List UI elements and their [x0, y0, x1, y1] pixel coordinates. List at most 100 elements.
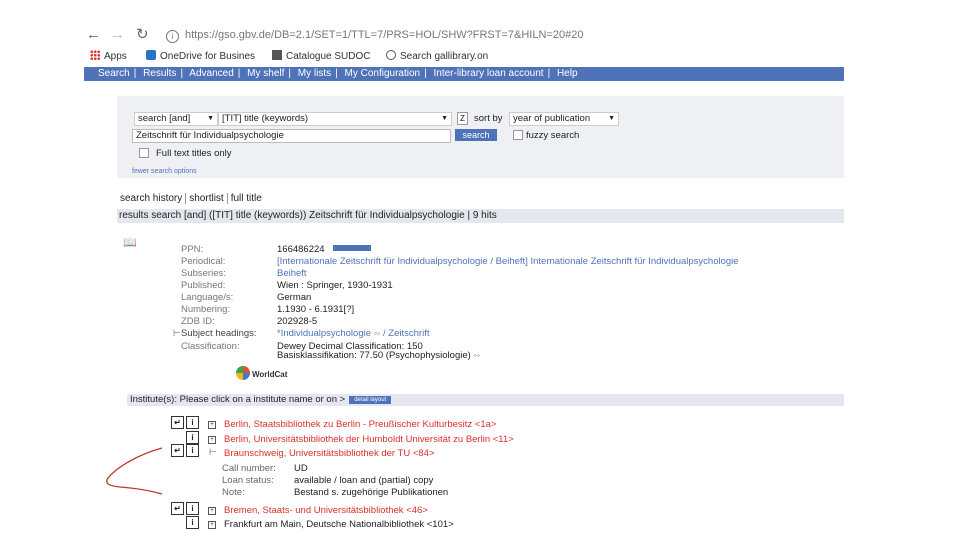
order-icon[interactable]: ↵ — [171, 416, 184, 429]
bookmark-label: Apps — [104, 51, 127, 62]
call-number-label: Call number: — [222, 463, 276, 474]
fewer-options-link[interactable]: fewer search options — [132, 168, 197, 175]
nav-my-shelf[interactable]: My shelf — [247, 68, 284, 79]
browser-toolbar: ← → ↻ i https://gso.gbv.de/DB=2.1/SET=1/T… — [84, 24, 844, 46]
language-value: German — [277, 292, 312, 303]
select-value: [TIT] title (keywords) — [222, 113, 309, 124]
chevron-down-icon: ▼ — [441, 115, 448, 122]
bookmark-label: OneDrive for Busines — [160, 51, 256, 62]
results-summary: results search [and] ([TIT] title (keywo… — [117, 209, 844, 223]
bookmark-label: Search gallibrary.on — [400, 51, 489, 62]
red-annotation-curve — [106, 447, 163, 495]
info-icon[interactable]: i — [186, 416, 199, 429]
expand-plus-icon[interactable]: + — [208, 521, 216, 529]
expand-plus-icon[interactable]: + — [208, 436, 216, 444]
chevron-down-icon: ▼ — [608, 115, 615, 122]
subseries-link[interactable]: Beiheft — [277, 268, 307, 279]
address-bar[interactable]: i https://gso.gbv.de/DB=2.1/SET=1/TTL=7/P… — [162, 26, 844, 44]
zdb-label: ZDB ID: — [181, 316, 215, 327]
expand-plus-icon[interactable]: + — [208, 421, 216, 429]
sort-label: sort by — [474, 113, 503, 124]
reload-icon[interactable]: ↻ — [136, 27, 149, 43]
info-icon[interactable]: i — [186, 502, 199, 515]
tab-full-title[interactable]: full title — [228, 193, 265, 204]
result-tabs: search history shortlist full title — [117, 193, 265, 207]
site-nav-bar: Search | Results | Advanced | My shelf | My … — [84, 67, 844, 81]
ppn-number: 166486224 — [277, 244, 325, 255]
subject-link-b[interactable]: Zeitschrift — [388, 328, 429, 339]
periodical-link-a[interactable]: [Internationale Zeitschrift für Individu… — [277, 256, 528, 267]
subject-link-a[interactable]: *Individualpsychologie — [277, 328, 371, 339]
search-button[interactable]: search — [455, 129, 497, 141]
onedrive-icon — [146, 50, 156, 60]
institute-link[interactable]: Berlin, Staatsbibliothek zu Berlin - Pre… — [224, 419, 496, 430]
institute-link[interactable]: Frankfurt am Main, Deutsche Nationalbibl… — [224, 519, 454, 530]
select-value: search [and] — [138, 113, 191, 124]
bookmark-onedrive[interactable]: OneDrive for Busines — [146, 50, 255, 62]
bookmark-label: Catalogue SUDOC — [286, 51, 371, 62]
apps-grid-icon — [90, 50, 100, 60]
fuzzy-search-label: fuzzy search — [526, 130, 580, 141]
published-label: Published: — [181, 280, 226, 291]
call-number-value: UD — [294, 463, 308, 474]
worldcat-logo[interactable]: WorldCat — [236, 366, 287, 380]
numbering-label: Numbering: — [181, 304, 231, 315]
periodical-link-b[interactable]: Internationale Zeitschrift für Individua… — [530, 256, 738, 267]
collapse-minus-icon[interactable]: ⊢ — [209, 447, 217, 458]
periodical-value: [Internationale Zeitschrift für Individu… — [277, 256, 739, 267]
classification-bk: Basisklassifikation: 77.50 (Psychophysio… — [277, 350, 480, 361]
back-arrow-icon[interactable]: ← — [86, 27, 101, 43]
detail-layout-button[interactable]: detail layout — [349, 396, 392, 404]
search-input[interactable]: Zeitschrift für Individualpsychologie — [132, 129, 451, 143]
nav-search[interactable]: Search — [98, 68, 130, 79]
related-terms-icon[interactable]: ∾ — [473, 351, 480, 360]
tab-shortlist[interactable]: shortlist — [186, 193, 228, 204]
language-label: Language/s: — [181, 292, 234, 303]
ppn-value: 166486224 — [277, 244, 371, 255]
ppn-label: PPN: — [181, 244, 204, 255]
nav-my-configuration[interactable]: My Configuration — [345, 68, 421, 79]
order-icon[interactable]: ↵ — [171, 502, 184, 515]
subject-label: Subject headings: — [181, 328, 257, 339]
published-value: Wien : Springer, 1930-1931 — [277, 280, 393, 291]
nav-help[interactable]: Help — [557, 68, 578, 79]
info-icon[interactable]: i — [186, 516, 199, 529]
tab-search-history[interactable]: search history — [117, 193, 187, 204]
nav-interlibrary-loan[interactable]: Inter-library loan account — [434, 68, 544, 79]
note-value: Bestand s. zugehörige Publikationen — [294, 487, 449, 498]
institutes-heading-text: Institute(s): Please click on a institut… — [130, 394, 346, 405]
institute-link[interactable]: Bremen, Staats- und Universitätsbiblioth… — [224, 505, 428, 516]
permalink-button[interactable] — [332, 245, 371, 251]
expand-toggle[interactable]: ⊢ — [173, 328, 181, 339]
loan-status-label: Loan status: — [222, 475, 274, 486]
info-icon[interactable]: i — [166, 30, 179, 43]
nav-advanced[interactable]: Advanced — [189, 68, 233, 79]
bookmark-apps[interactable]: Apps — [90, 50, 127, 62]
nav-my-lists[interactable]: My lists — [298, 68, 331, 79]
classification-bk-text: Basisklassifikation: 77.50 (Psychophysio… — [277, 350, 471, 361]
search-site-icon — [386, 50, 396, 60]
fulltext-checkbox[interactable] — [139, 148, 149, 158]
bookmark-sudoc[interactable]: Catalogue SUDOC — [272, 50, 370, 62]
chevron-down-icon: ▼ — [207, 115, 214, 122]
forward-arrow-icon[interactable]: → — [110, 27, 125, 43]
sort-select[interactable]: year of publication ▼ — [509, 112, 619, 126]
info-icon[interactable]: i — [186, 431, 199, 444]
order-icon[interactable]: ↵ — [171, 444, 184, 457]
search-field-select[interactable]: [TIT] title (keywords) ▼ — [218, 112, 452, 126]
sort-direction-toggle[interactable]: Z — [457, 112, 468, 125]
nav-results[interactable]: Results — [143, 68, 176, 79]
search-mode-select[interactable]: search [and] ▼ — [134, 112, 218, 126]
zdb-value: 202928-5 — [277, 316, 318, 327]
loan-status-value: available / loan and (partial) copy — [294, 475, 434, 486]
fuzzy-search-checkbox[interactable] — [513, 130, 523, 140]
bookmark-gallibrary[interactable]: Search gallibrary.on — [386, 50, 488, 62]
numbering-value: 1.1930 - 6.1931[?] — [277, 304, 355, 315]
institutes-header: Institute(s): Please click on a institut… — [127, 394, 844, 406]
related-terms-icon[interactable]: ∾ — [374, 329, 381, 338]
info-icon[interactable]: i — [186, 444, 199, 457]
institute-link[interactable]: Berlin, Universitätsbibliothek der Humbo… — [224, 434, 514, 445]
worldcat-label: WorldCat — [252, 370, 288, 379]
institute-link[interactable]: Braunschweig, Universitätsbibliothek der… — [224, 448, 435, 459]
expand-plus-icon[interactable]: + — [208, 507, 216, 515]
